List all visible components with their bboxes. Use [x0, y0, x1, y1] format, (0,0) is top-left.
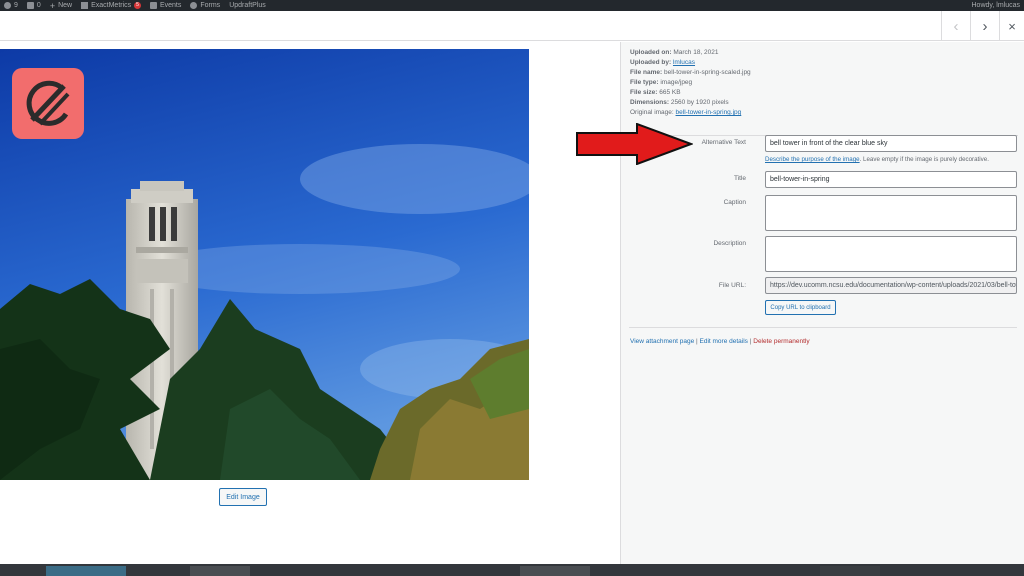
file-details: Uploaded on: March 18, 2021 Uploaded by:… — [630, 48, 751, 118]
attachment-actions: View attachment page | Edit more details… — [630, 338, 810, 345]
title-label: Title — [733, 175, 746, 182]
comments-count: 0 — [36, 2, 41, 9]
bottom-strip — [0, 564, 1024, 576]
forms-label: Forms — [200, 2, 221, 9]
uploaded-by-label: Uploaded by: — [630, 59, 672, 66]
comments-item[interactable]: 0 — [26, 2, 41, 9]
forms-item[interactable]: Forms — [190, 2, 220, 9]
updraft-label: UpdraftPlus — [229, 2, 266, 9]
original-image-row: Original image: bell-tower-in-spring.jpg — [630, 108, 751, 118]
dimensions-row: Dimensions: 2560 by 1920 pixels — [630, 98, 751, 108]
plus-icon: + — [49, 0, 56, 11]
chevron-left-icon: ‹ — [953, 17, 959, 35]
new-item[interactable]: + New — [50, 1, 72, 11]
caption-textarea[interactable] — [765, 195, 1017, 231]
caption-label: Caption — [723, 199, 746, 206]
events-item[interactable]: Events — [149, 2, 182, 9]
howdy-user[interactable]: Howdy, lmlucas — [972, 2, 1021, 9]
original-image-label: Original image: — [630, 109, 674, 116]
file-name-row: File name: bell-tower-in-spring-scaled.j… — [630, 68, 751, 78]
alt-text-input[interactable]: bell tower in front of the clear blue sk… — [765, 135, 1017, 152]
file-size-row: File size: 665 KB — [630, 88, 751, 98]
uploaded-by-row: Uploaded by: lmlucas — [630, 58, 751, 68]
updates-count: 9 — [14, 2, 18, 9]
exactmetrics-item[interactable]: ExactMetrics 5 — [81, 2, 141, 9]
actions-divider — [629, 327, 1017, 328]
file-size-label: File size: — [630, 89, 658, 96]
events-label: Events — [159, 2, 182, 9]
updraft-item[interactable]: UpdraftPlus — [229, 2, 266, 9]
comments-icon — [26, 2, 34, 9]
admin-bar: 9 0 + New ExactMetrics 5 Events Forms Up… — [0, 0, 1024, 11]
chevron-right-icon: › — [982, 17, 988, 35]
next-button[interactable]: › — [970, 11, 999, 41]
file-name-value: bell-tower-in-spring-scaled.jpg — [663, 69, 751, 76]
describe-purpose-link[interactable]: Describe the purpose of the image — [765, 156, 860, 163]
forms-icon — [190, 2, 198, 9]
calendar-icon — [149, 2, 157, 9]
previous-button[interactable]: ‹ — [941, 11, 970, 41]
description-label: Description — [713, 240, 746, 247]
site-logo — [12, 68, 84, 139]
edit-image-button[interactable]: Edit Image — [219, 488, 267, 506]
original-image-link[interactable]: bell-tower-in-spring.jpg — [676, 109, 742, 116]
edit-more-details-link[interactable]: Edit more details — [700, 338, 748, 345]
thumbnail-2 — [190, 566, 250, 576]
file-type-row: File type: image/jpeg — [630, 78, 751, 88]
stats-icon — [81, 2, 89, 9]
thumbnail-3 — [520, 566, 590, 576]
file-type-label: File type: — [630, 79, 659, 86]
red-arrow-annotation — [575, 122, 694, 166]
description-textarea[interactable] — [765, 236, 1017, 272]
close-icon: × — [1008, 18, 1016, 34]
title-input[interactable]: bell-tower-in-spring — [765, 171, 1017, 188]
uploaded-on-row: Uploaded on: March 18, 2021 — [630, 48, 751, 58]
dimensions-label: Dimensions: — [630, 99, 670, 106]
file-url-label: File URL: — [718, 282, 746, 289]
uploaded-by-link[interactable]: lmlucas — [673, 59, 695, 66]
modal-header: ‹ › × — [0, 11, 1024, 41]
new-label: New — [58, 2, 73, 9]
file-size-value: 665 KB — [659, 89, 681, 96]
exactmetrics-label: ExactMetrics — [91, 2, 132, 9]
uploaded-on-label: Uploaded on: — [630, 49, 672, 56]
thumbnail-1 — [46, 566, 126, 576]
close-button[interactable]: × — [999, 11, 1024, 41]
file-url-input[interactable]: https://dev.ucomm.ncsu.edu/documentation… — [765, 277, 1017, 294]
file-type-value: image/jpeg — [660, 79, 693, 86]
delete-permanently-link[interactable]: Delete permanently — [753, 338, 809, 345]
alt-text-help: Describe the purpose of the image. Leave… — [765, 156, 989, 163]
dimensions-value: 2560 by 1920 pixels — [670, 99, 729, 106]
view-attachment-link[interactable]: View attachment page — [630, 338, 694, 345]
alt-help-text: . Leave empty if the image is purely dec… — [859, 156, 989, 163]
updates-item[interactable]: 9 — [4, 2, 18, 9]
uploaded-on-value: March 18, 2021 — [673, 49, 719, 56]
updates-icon — [4, 2, 11, 9]
file-name-label: File name: — [630, 69, 663, 76]
attachment-details-modal: ‹ › × Edit Image Uploaded on: March 18, … — [0, 11, 1024, 564]
thumbnail-4 — [820, 566, 880, 576]
copy-url-button[interactable]: Copy URL to clipboard — [765, 300, 836, 315]
exactmetrics-badge: 5 — [134, 2, 141, 9]
